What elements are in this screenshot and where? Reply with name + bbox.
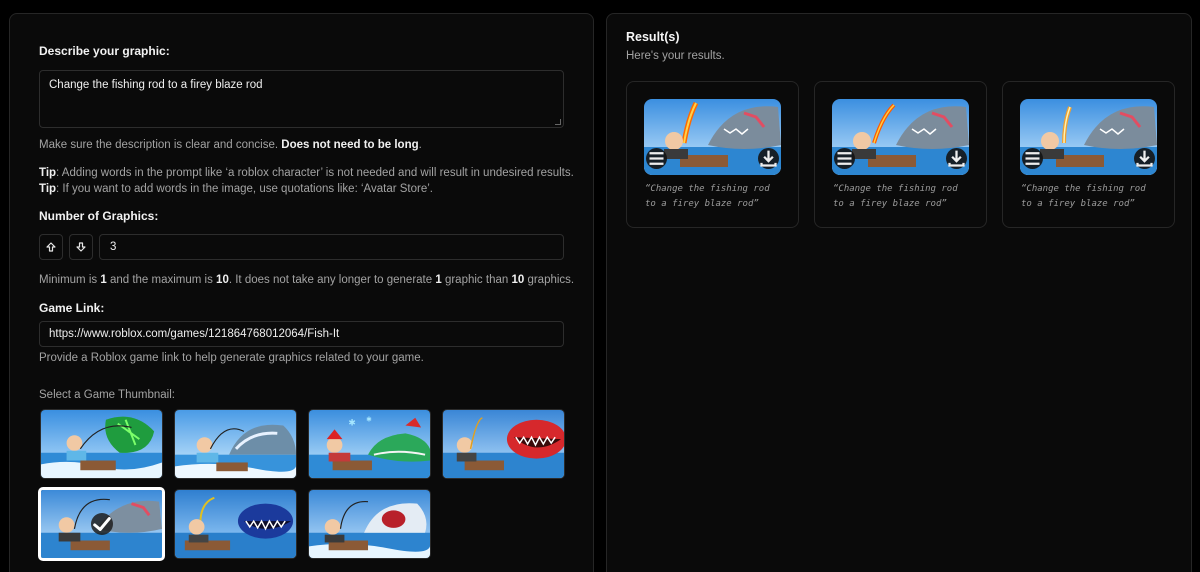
download-icon [1136,150,1153,167]
result-image[interactable] [1020,99,1157,175]
tip-2: Tip: If you want to add words in the ima… [39,183,433,195]
result-image[interactable] [644,99,781,175]
graphics-count-value: 3 [110,241,117,253]
svg-text:✱: ✱ [366,417,372,424]
results-panel: Result(s) Here's your results. “Change t… [606,13,1192,572]
menu-icon [1025,152,1040,165]
thumbnail-image: ✱ ✱ [309,410,430,478]
check-icon [92,517,111,531]
result-download-button[interactable] [1134,148,1155,169]
count-label: Number of Graphics: [39,209,159,223]
selected-check-badge [90,513,113,535]
increment-button[interactable] [39,234,63,260]
result-download-button[interactable] [758,148,779,169]
thumbnail-7[interactable] [308,489,431,559]
result-card-3: “Change the fishing rod to a firey blaze… [1002,81,1175,228]
menu-icon [649,152,664,165]
results-subtitle: Here's your results. [626,50,725,62]
result-caption: “Change the fishing rod to a firey blaze… [833,184,958,209]
game-link-value: https://www.roblox.com/games/12186476801… [49,328,340,340]
game-link-input[interactable]: https://www.roblox.com/games/12186476801… [39,321,564,347]
thumbnail-image [41,410,162,478]
describe-label: Describe your graphic: [39,44,170,58]
result-menu-button[interactable] [646,148,667,169]
thumbnail-3[interactable]: ✱ ✱ [308,409,431,479]
resize-grip-icon[interactable] [555,119,561,125]
thumbnail-4[interactable] [442,409,565,479]
thumbnail-6[interactable] [174,489,297,559]
decrement-button[interactable] [69,234,93,260]
result-menu-button[interactable] [1022,148,1043,169]
thumbnail-label: Select a Game Thumbnail: [39,389,175,401]
count-range-hint: Minimum is 1 and the maximum is 10. It d… [39,274,575,286]
thumbnail-1[interactable] [40,409,163,479]
result-image[interactable] [832,99,969,175]
arrow-up-icon [46,242,56,252]
thumbnail-image [175,410,296,478]
results-title: Result(s) [626,30,680,44]
arrow-down-icon [76,242,86,252]
result-menu-button[interactable] [834,148,855,169]
game-link-hint: Provide a Roblox game link to help gener… [39,352,424,364]
game-link-label: Game Link: [39,301,105,315]
graphic-form-panel: Describe your graphic: Change the fishin… [9,13,594,572]
description-textarea[interactable]: Change the fishing rod to a firey blaze … [39,70,564,128]
download-icon [760,150,777,167]
thumbnail-image [175,490,296,558]
description-value: Change the fishing rod to a firey blaze … [49,79,263,91]
thumbnail-image [309,490,430,558]
thumbnail-image [443,410,564,478]
result-card-2: “Change the fishing rod to a firey blaze… [814,81,987,228]
result-card-1: “Change the fishing rod to a firey blaze… [626,81,799,228]
svg-text:✱: ✱ [348,418,355,428]
download-icon [948,150,965,167]
description-hint: Make sure the description is clear and c… [39,139,422,151]
tip-1: Tip: Adding words in the prompt like ‘a … [39,167,574,179]
result-caption: “Change the fishing rod to a firey blaze… [1021,184,1146,209]
result-caption: “Change the fishing rod to a firey blaze… [645,184,770,209]
graphics-count-input[interactable]: 3 [99,234,564,260]
thumbnail-5-selected[interactable] [38,487,165,561]
menu-icon [837,152,852,165]
result-download-button[interactable] [946,148,967,169]
thumbnail-2[interactable] [174,409,297,479]
